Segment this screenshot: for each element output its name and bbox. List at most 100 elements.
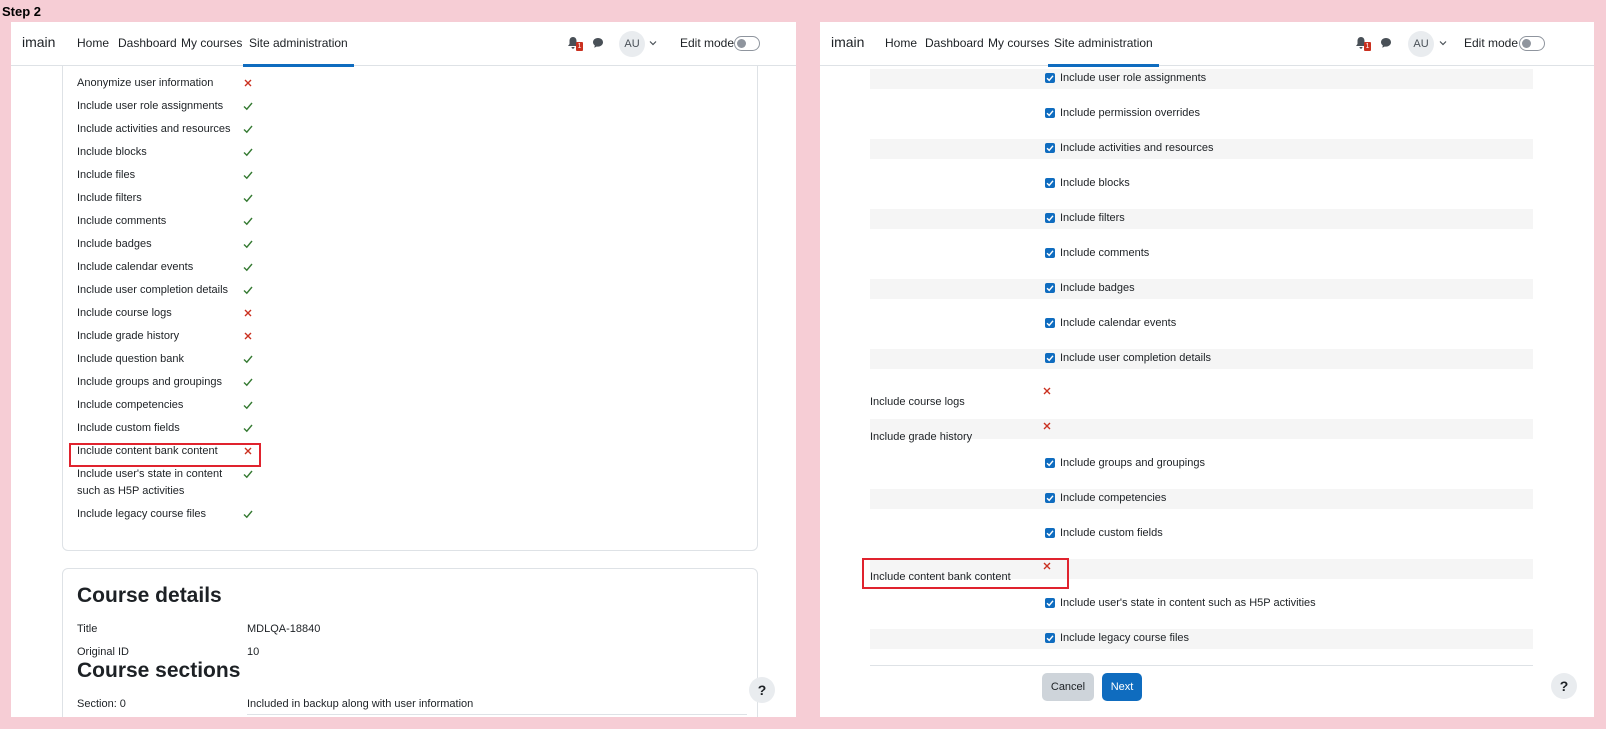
setting-checkbox-label[interactable]: Include custom fields [1060, 527, 1163, 539]
help-button[interactable]: ? [749, 677, 775, 703]
setting-checkbox-label[interactable]: Include activities and resources [1060, 142, 1213, 154]
checkmark-icon [1046, 250, 1054, 257]
setting-checkbox[interactable] [1045, 108, 1055, 118]
user-avatar[interactable]: AU [1408, 31, 1434, 57]
setting-checkbox[interactable] [1045, 458, 1055, 468]
setting-checkbox-label[interactable]: Include calendar events [1060, 317, 1176, 329]
form-row [870, 489, 1533, 509]
setting-label: Include legacy course files [77, 508, 207, 520]
step-label: Step 2 [2, 4, 42, 19]
setting-checkbox[interactable] [1045, 73, 1055, 83]
cross-icon [244, 332, 252, 340]
nav-site-administration[interactable]: Site administration [243, 36, 354, 67]
setting-checkbox[interactable] [1045, 598, 1055, 608]
setting-label: Anonymize user information [77, 77, 214, 89]
setting-label: Include filters [77, 192, 142, 204]
setting-checkbox[interactable] [1045, 318, 1055, 328]
nav-dashboard[interactable]: Dashboard [118, 36, 177, 50]
chat-icon[interactable] [1380, 37, 1392, 49]
setting-checkbox-label[interactable]: Include user's state in content such as … [1060, 597, 1316, 609]
setting-checkbox-label[interactable]: Include comments [1060, 247, 1149, 259]
setting-checkbox[interactable] [1045, 283, 1055, 293]
setting-checkbox[interactable] [1045, 213, 1055, 223]
setting-checkbox[interactable] [1045, 353, 1055, 363]
setting-checkbox[interactable] [1045, 143, 1055, 153]
cross-icon [1043, 387, 1051, 395]
user-avatar[interactable]: AU [619, 31, 645, 57]
setting-checkbox-label[interactable]: Include user completion details [1060, 352, 1211, 364]
nav-my-courses[interactable]: My courses [181, 36, 242, 50]
check-icon [243, 125, 253, 134]
checkmark-icon [1046, 145, 1054, 152]
checkmark-icon [1046, 215, 1054, 222]
setting-checkbox-label[interactable]: Include groups and groupings [1060, 457, 1205, 469]
setting-label: Include groups and groupings [77, 376, 222, 388]
check-icon [243, 194, 253, 203]
setting-checkbox[interactable] [1045, 633, 1055, 643]
check-icon [243, 424, 253, 433]
nav-home[interactable]: Home [77, 36, 109, 50]
checkmark-icon [1046, 110, 1054, 117]
nav-home[interactable]: Home [885, 36, 917, 50]
site-brand[interactable]: imain [22, 34, 55, 50]
setting-checkbox-label[interactable]: Include legacy course files [1060, 632, 1189, 644]
chevron-down-icon[interactable] [649, 39, 657, 47]
setting-checkbox-label[interactable]: Include permission overrides [1060, 107, 1200, 119]
form-divider [870, 665, 1533, 666]
setting-label-continued: such as H5P activities [77, 485, 185, 497]
next-button[interactable]: Next [1102, 673, 1142, 701]
chevron-down-icon[interactable] [1439, 39, 1447, 47]
navbar: imain Home Dashboard My courses Site adm… [820, 22, 1594, 67]
checkmark-icon [1046, 320, 1054, 327]
setting-checkbox-label[interactable]: Include user role assignments [1060, 72, 1206, 84]
nav-my-courses[interactable]: My courses [988, 36, 1049, 50]
setting-checkbox[interactable] [1045, 248, 1055, 258]
check-icon [243, 148, 253, 157]
check-icon [243, 240, 253, 249]
setting-checkbox-label[interactable]: Include filters [1060, 212, 1125, 224]
check-icon [243, 470, 253, 479]
checkmark-icon [1046, 180, 1054, 187]
checkmark-icon [1046, 285, 1054, 292]
section-value: Included in backup along with user infor… [247, 698, 474, 710]
setting-label: Include blocks [77, 146, 147, 158]
check-icon [243, 355, 253, 364]
form-row [870, 629, 1533, 649]
setting-checkbox-label[interactable]: Include badges [1060, 282, 1135, 294]
edit-mode-toggle[interactable] [734, 36, 760, 51]
setting-checkbox-label[interactable]: Include blocks [1060, 177, 1130, 189]
cancel-button[interactable]: Cancel [1042, 673, 1094, 701]
notification-badge: 1 [576, 42, 583, 51]
setting-checkbox[interactable] [1045, 178, 1055, 188]
checkmark-icon [1046, 635, 1054, 642]
edit-mode-toggle[interactable] [1519, 36, 1545, 51]
checkmark-icon [1046, 355, 1054, 362]
section-key: Section: 0 [77, 698, 126, 710]
setting-checkbox-label[interactable]: Include competencies [1060, 492, 1166, 504]
notification-badge: 1 [1364, 42, 1371, 51]
nav-dashboard[interactable]: Dashboard [925, 36, 984, 50]
setting-label: Include question bank [77, 353, 185, 365]
check-icon [243, 286, 253, 295]
right-screenshot-panel: Include user role assignments Include per… [820, 22, 1594, 717]
setting-checkbox[interactable] [1045, 528, 1055, 538]
check-icon [243, 217, 253, 226]
setting-label: Include user's state in content [77, 468, 223, 480]
site-brand[interactable]: imain [831, 34, 864, 50]
setting-label: Include competencies [77, 399, 184, 411]
checkmark-icon [1046, 600, 1054, 607]
help-button[interactable]: ? [1551, 673, 1577, 699]
setting-label: Include activities and resources [77, 123, 231, 135]
check-icon [243, 378, 253, 387]
setting-label: Include course logs [77, 307, 172, 319]
setting-checkbox[interactable] [1045, 493, 1055, 503]
nav-site-administration[interactable]: Site administration [1048, 36, 1159, 67]
content-bank-highlight [862, 558, 1069, 589]
course-sections-heading: Course sections [77, 659, 241, 682]
check-icon [243, 510, 253, 519]
cross-icon [1043, 422, 1051, 430]
setting-label: Include custom fields [77, 422, 180, 434]
chat-icon[interactable] [592, 37, 604, 49]
setting-label: Include user role assignments [77, 100, 224, 112]
checkmark-icon [1046, 75, 1054, 82]
